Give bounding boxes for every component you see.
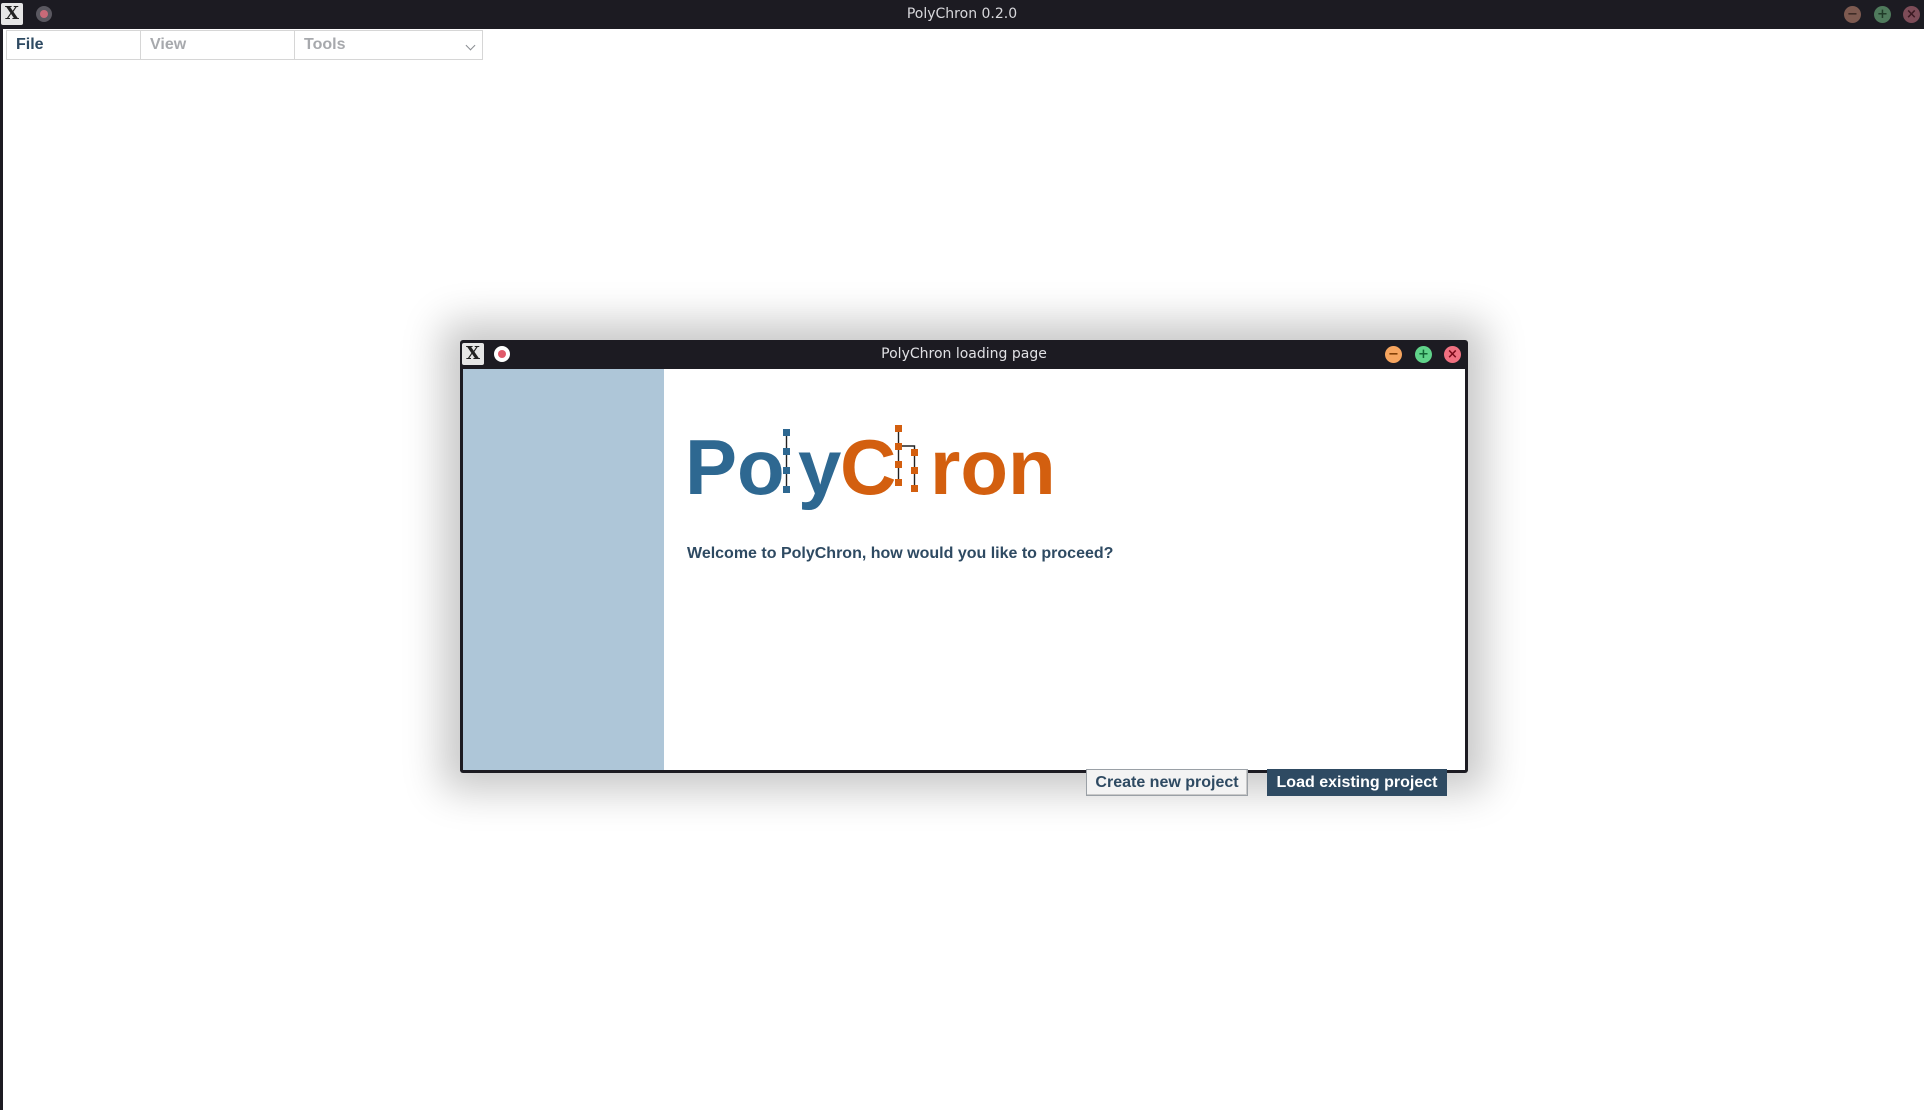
- dialog-body: Po y C ron Welcome to PolyChron, how wou…: [463, 369, 1465, 796]
- chevron-down-icon: [465, 40, 476, 51]
- logo-text-c: C: [840, 423, 896, 511]
- minimize-icon[interactable]: −: [1385, 346, 1402, 363]
- close-icon[interactable]: ×: [1903, 6, 1920, 23]
- dialog-titlebar: X PolyChron loading page − + ×: [460, 340, 1468, 369]
- dialog-title: PolyChron loading page: [881, 346, 1047, 362]
- side-panel: [463, 369, 664, 770]
- maximize-icon[interactable]: +: [1874, 6, 1891, 23]
- logo-text-poly: Po: [685, 423, 785, 511]
- close-icon[interactable]: ×: [1444, 346, 1461, 363]
- menu-tools[interactable]: Tools: [294, 30, 483, 60]
- create-new-project-button[interactable]: Create new project: [1086, 769, 1248, 796]
- welcome-message: Welcome to PolyChron, how would you like…: [687, 545, 1114, 562]
- menu-bar: File View Tools: [6, 30, 483, 60]
- load-existing-project-button[interactable]: Load existing project: [1267, 769, 1447, 796]
- main-titlebar: X PolyChron 0.2.0 − + ×: [0, 0, 1924, 29]
- polychron-logo: Po y C ron: [685, 423, 1056, 511]
- maximize-icon[interactable]: +: [1415, 346, 1432, 363]
- logo-graph-h: [895, 425, 918, 492]
- main-window-title: PolyChron 0.2.0: [906, 6, 1018, 22]
- minimize-icon[interactable]: −: [1844, 6, 1861, 23]
- loading-dialog: X PolyChron loading page − + × Po y C ro…: [460, 340, 1468, 796]
- menu-view[interactable]: View: [140, 30, 294, 60]
- menu-tools-label: Tools: [304, 36, 346, 53]
- menu-file[interactable]: File: [6, 30, 140, 60]
- window-border: [0, 29, 3, 1110]
- logo-text-y: y: [798, 423, 841, 511]
- logo-text-ron: ron: [930, 423, 1056, 511]
